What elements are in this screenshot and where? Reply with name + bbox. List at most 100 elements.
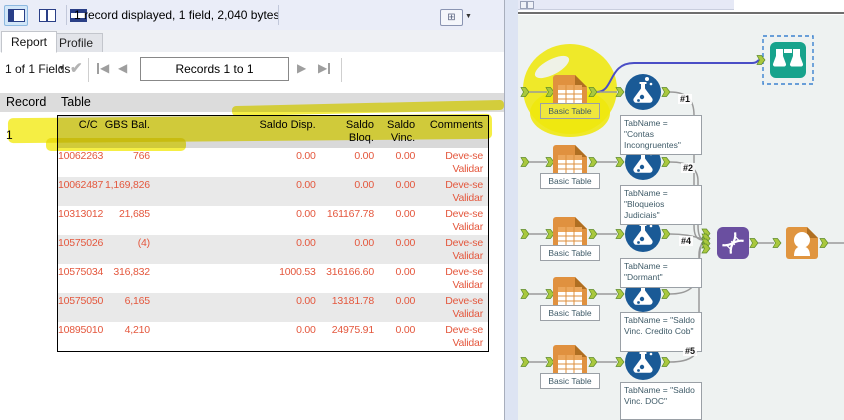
results-pane: 1 record displayed, 1 field, 2,040 bytes… [0,0,505,420]
cell-cc: 10062487 [58,179,104,191]
cell-cc: 10575034 [58,266,104,278]
col-header-saldo-vinc: Saldo Vinc. [378,115,421,148]
last-record-button[interactable]: ▶ [318,61,331,75]
annotation-tabname-5[interactable]: TabName = "Saldo Vinc. DOC" [620,382,702,420]
cell-gbs-bal: 6,165 [124,295,150,307]
table-row: 10895010 4,210 0.00 24975.91 0.00 Deve-s… [58,322,489,352]
apply-check-icon[interactable]: ✔ [70,59,83,77]
cell-saldo-bloq: 161167.78 [326,208,374,220]
person-head-tool-icon[interactable] [786,227,818,259]
report-table-body: 10062263 766 0.00 0.00 0.00 Deve-se Vali… [57,148,489,352]
pane-splitter[interactable] [505,0,519,420]
pane-divider-line [518,12,844,14]
cell-saldo-disp: 0.00 [296,295,316,307]
cell-cc: 10895010 [58,324,104,336]
results-toolbar: 1 record displayed, 1 field, 2,040 bytes… [0,0,504,31]
table-row: 10062487 1,169,826 0.00 0.00 0.00 Deve-s… [57,177,489,206]
toolbar-separator [278,5,279,25]
toolbar-separator [66,5,67,25]
next-record-button[interactable]: ▶ [297,61,306,75]
alteryx-browse-window: 1 record displayed, 1 field, 2,040 bytes… [0,0,844,420]
layout-single-pane-button[interactable] [4,5,28,26]
results-tabbar: Report Profile [0,30,504,53]
layout-single-pane-icon [7,9,25,22]
cell-saldo-vinc: 0.00 [395,179,416,191]
results-grid-header: Record Table [0,93,504,112]
table-row: 10575050 6,165 0.00 13181.78 0.00 Deve-s… [57,293,489,322]
first-record-button[interactable]: ◀ [96,61,109,75]
cell-gbs-bal: 1,169,826 [105,179,150,191]
cell-saldo-vinc: 0.00 [395,295,416,307]
cell-saldo-vinc: 0.00 [395,237,416,249]
annotation-tabname-1[interactable]: TabName = "Contas Incongruentes" [620,115,702,155]
cell-saldo-disp: 0.00 [296,237,316,249]
cell-gbs-bal: 4,210 [124,324,150,336]
cell-saldo-bloq: 13181.78 [331,295,374,307]
formula-flask-tool-icon[interactable] [625,74,661,110]
connection-label-2: #2 [681,163,696,173]
tool-label-basic-table-1[interactable]: Basic Table [540,103,600,119]
table-row: 10062263 766 0.00 0.00 0.00 Deve-se Vali… [58,148,489,177]
tab-report[interactable]: Report [1,31,58,53]
report-header-row: C/C GBS Bal. Saldo Disp. Saldo Bloq. Sal… [57,115,489,148]
cell-saldo-disp: 0.00 [296,324,316,336]
table-row: 10575034 316,832 1000.53 316166.60 0.00 … [58,264,489,293]
cell-saldo-bloq: 0.00 [354,179,374,191]
annotation-tabname-2[interactable]: TabName = "Bloqueios Judiciais" [620,185,702,225]
cell-saldo-disp: 0.00 [296,179,316,191]
col-header-comments: Comments [420,115,489,148]
tab-profile[interactable]: Profile [49,33,104,53]
nav-separator [341,58,342,82]
record-navigation: 1 of 1 Fields ▼ ✔ ◀ ◀ Records 1 to 1 ▶ ▶ [0,52,504,88]
cell-cc: 10313012 [58,208,104,220]
table-row: 10575026 (4) 0.00 0.00 0.00 Deve-se Vali… [57,235,489,264]
new-window-icon: ⊞ [447,12,456,23]
selected-connection-wire [596,59,760,93]
cell-comments: Deve-se Validar [445,237,483,262]
cell-saldo-disp: 0.00 [296,150,316,162]
cell-saldo-bloq: 316166.60 [326,266,374,278]
col-header-gbs-bal: GBS Bal. [102,115,155,148]
cell-comments: Deve-se Validar [445,266,483,291]
record-number: 1 [6,128,13,142]
new-window-button[interactable]: ⊞ [440,9,463,26]
cell-saldo-vinc: 0.00 [395,324,416,336]
report-table: C/C GBS Bal. Saldo Disp. Saldo Bloq. Sal… [57,115,489,352]
workflow-canvas[interactable]: Basic Table Basic Table Basic Table Basi… [518,15,844,420]
fields-dropdown-caret-icon[interactable]: ▼ [58,65,65,72]
record-column-header: Record [0,93,53,112]
cell-cc: 10575050 [58,295,104,307]
cell-cc: 10062263 [58,150,104,162]
annotation-tabname-3[interactable]: TabName = "Dormant" [620,258,702,288]
table-column-header: Table [56,93,504,112]
cell-gbs-bal: (4) [137,237,150,249]
layout-split-vertical-button[interactable] [35,5,59,26]
browse-tool-icon[interactable] [770,42,806,78]
col-header-saldo-disp: Saldo Disp. [154,115,321,148]
cell-gbs-bal: 766 [133,150,150,162]
workflow-pane: Basic Table Basic Table Basic Table Basi… [518,0,844,420]
tool-label-basic-table-2[interactable]: Basic Table [540,173,600,189]
cell-comments: Deve-se Validar [445,179,483,204]
cell-comments: Deve-se Validar [445,208,483,233]
cell-cc: 10575026 [58,237,104,249]
record-status-text: 1 record displayed, 1 field, 2,040 bytes [74,8,280,22]
layout-split-vertical-icon [38,9,56,22]
col-header-saldo-bloq: Saldo Bloq. [320,115,379,148]
tool-label-basic-table-3[interactable]: Basic Table [540,245,600,261]
connection-label-1: #1 [678,94,693,104]
dna-tool-icon[interactable] [717,227,749,259]
cell-saldo-vinc: 0.00 [395,208,416,220]
workflow-pane-header [518,0,734,10]
tool-label-basic-table-5[interactable]: Basic Table [540,373,600,389]
cell-comments: Deve-se Validar [445,295,483,320]
connection-label-5: #5 [683,346,698,356]
cell-comments: Deve-se Validar [445,150,483,175]
records-range-box[interactable]: Records 1 to 1 [140,57,289,81]
cell-gbs-bal: 21,685 [119,208,150,220]
new-window-caret-icon[interactable]: ▼ [465,13,472,20]
cell-saldo-vinc: 0.00 [395,266,416,278]
tool-label-basic-table-4[interactable]: Basic Table [540,305,600,321]
cell-saldo-disp: 1000.53 [279,266,316,278]
previous-record-button[interactable]: ◀ [118,61,127,75]
